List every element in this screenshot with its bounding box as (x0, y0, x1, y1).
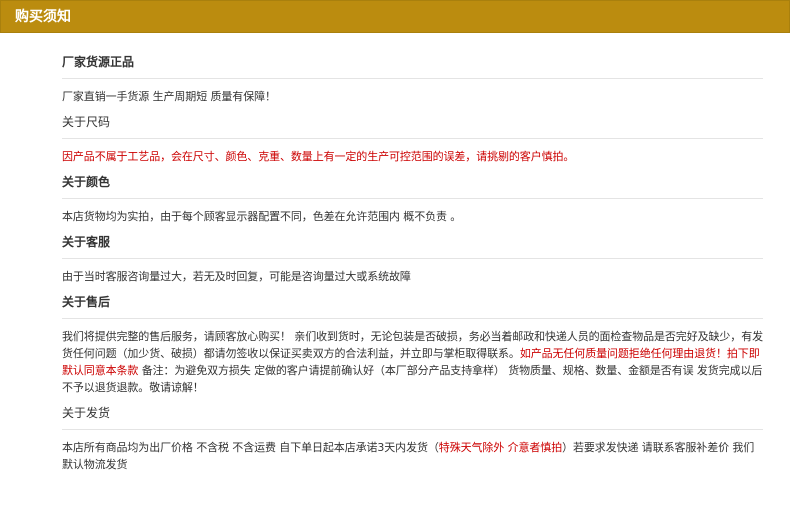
section-heading-color: 关于颜色 (62, 170, 763, 199)
section-heading-service: 关于客服 (62, 230, 763, 259)
section-heading-shipping: 关于发货 (62, 401, 763, 430)
section-body-size: 因产品不属于工艺品，会在尺寸、颜色、克重、数量上有一定的生产可控范围的误差，请挑… (62, 139, 763, 170)
body-text: 由于当时客服咨询量过大，若无及时回复，可能是咨询量过大或系统故障 (62, 270, 411, 283)
body-text: 厂家直销一手货源 生产周期短 质量有保障！ (62, 90, 276, 103)
section-body-color: 本店货物均为实拍，由于每个顾客显示器配置不同，色差在允许范围内 概不负责 。 (62, 199, 763, 230)
page-title: 购买须知 (15, 9, 71, 25)
section-genuine: 厂家货源正品 厂家直销一手货源 生产周期短 质量有保障！ (62, 50, 763, 110)
header-bar: 购买须知 (0, 0, 790, 33)
section-after-sales: 关于售后 我们将提供完整的售后服务，请顾客放心购买！ 亲们收到货时，无论包装是否… (62, 290, 763, 401)
warning-text: 因产品不属于工艺品，会在尺寸、颜色、克重、数量上有一定的生产可控范围的误差，请挑… (62, 150, 575, 163)
section-body-shipping: 本店所有商品均为出厂价格 不含税 不含运费 自下单日起本店承诺3天内发货（特殊天… (62, 430, 763, 478)
section-shipping: 关于发货 本店所有商品均为出厂价格 不含税 不含运费 自下单日起本店承诺3天内发… (62, 401, 763, 478)
body-text: 本店货物均为实拍，由于每个顾客显示器配置不同，色差在允许范围内 概不负责 。 (62, 210, 462, 223)
body-text: 本店所有商品均为出厂价格 不含税 不含运费 自下单日起本店承诺3天内发货（ (62, 441, 439, 454)
section-body-genuine: 厂家直销一手货源 生产周期短 质量有保障！ (62, 79, 763, 110)
section-size: 关于尺码 因产品不属于工艺品，会在尺寸、颜色、克重、数量上有一定的生产可控范围的… (62, 110, 763, 170)
section-color: 关于颜色 本店货物均为实拍，由于每个顾客显示器配置不同，色差在允许范围内 概不负… (62, 170, 763, 230)
purchase-notice-content: 厂家货源正品 厂家直销一手货源 生产周期短 质量有保障！ 关于尺码 因产品不属于… (62, 50, 763, 478)
section-body-after-sales: 我们将提供完整的售后服务，请顾客放心购买！ 亲们收到货时，无论包装是否破损，务必… (62, 319, 763, 401)
warning-text: 特殊天气除外 介意者慎拍 (438, 441, 563, 454)
body-text: 备注：为避免双方损失 定做的客户请提前确认好（本厂部分产品支持拿样） 货物质量、… (62, 364, 763, 394)
section-heading-genuine: 厂家货源正品 (62, 50, 763, 79)
section-service: 关于客服 由于当时客服咨询量过大，若无及时回复，可能是咨询量过大或系统故障 (62, 230, 763, 290)
section-heading-after-sales: 关于售后 (62, 290, 763, 319)
section-body-service: 由于当时客服咨询量过大，若无及时回复，可能是咨询量过大或系统故障 (62, 259, 763, 290)
section-heading-size: 关于尺码 (62, 110, 763, 139)
